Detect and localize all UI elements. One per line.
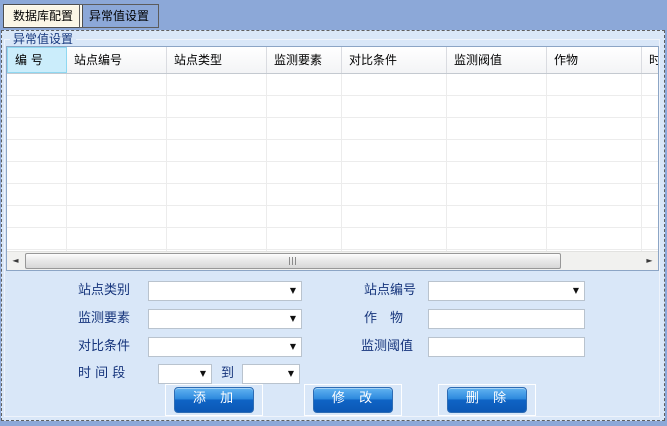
station-code-select[interactable]: ▼ [428,281,585,301]
threshold-field-wrap [428,337,585,357]
abnormal-value-settings-window: 数据库配置 异常值设置 异常值设置 编 号站点编号站点类型监测要素对比条件监测阀… [0,0,667,426]
monitor-element-label: 监测要素 [78,309,130,329]
threshold-input[interactable] [429,338,584,356]
time-range-to-select[interactable]: ▼ [242,364,300,384]
crop-field-wrap [428,309,585,329]
dropdown-arrow-icon: ▼ [573,286,579,296]
grid-column-header[interactable]: 编 号 [7,47,67,73]
grid-column-separator [446,74,447,252]
time-range-to-label: 到 [221,364,234,384]
tab-abnormal-value-settings[interactable]: 异常值设置 [79,4,159,28]
compare-condition-label: 对比条件 [78,337,130,357]
delete-button[interactable]: 删 除 [447,387,527,413]
scroll-right-button[interactable]: ► [641,252,658,269]
grid-column-header[interactable]: 站点编号 [67,47,167,73]
grid-column-header[interactable]: 作物 [547,47,642,73]
station-category-label: 站点类别 [78,281,130,301]
add-button[interactable]: 添 加 [174,387,254,413]
dropdown-arrow-icon: ▼ [200,369,206,379]
grid-column-separator [66,74,67,252]
grid-column-separator [166,74,167,252]
crop-input[interactable] [429,310,584,328]
tab-database-config[interactable]: 数据库配置 [3,4,83,28]
grid-column-separator [546,74,547,252]
station-code-label: 站点编号 [364,281,416,301]
grid-column-header[interactable]: 站点类型 [167,47,267,73]
station-category-select[interactable]: ▼ [148,281,302,301]
abnormal-values-grid[interactable]: 编 号站点编号站点类型监测要素对比条件监测阀值作物时间段 ◄ ► [6,46,659,271]
grid-column-header[interactable]: 监测要素 [267,47,342,73]
dropdown-arrow-icon: ▼ [290,314,296,324]
grid-header-row: 编 号站点编号站点类型监测要素对比条件监测阀值作物时间段 [7,47,658,74]
grid-column-separator [641,74,642,252]
monitor-element-select[interactable]: ▼ [148,309,302,329]
scroll-left-button[interactable]: ◄ [7,252,24,269]
threshold-label: 监测阈值 [361,337,413,357]
grid-column-header[interactable]: 对比条件 [342,47,447,73]
horizontal-scrollbar[interactable]: ◄ ► [7,251,658,270]
dropdown-arrow-icon: ▼ [290,342,296,352]
grid-column-separator [341,74,342,252]
crop-label: 作 物 [364,309,403,329]
time-range-label: 时 间 段 [78,364,125,384]
compare-condition-select[interactable]: ▼ [148,337,302,357]
time-range-from-select[interactable]: ▼ [158,364,212,384]
grid-body[interactable] [7,74,658,252]
dropdown-arrow-icon: ▼ [290,286,296,296]
modify-button[interactable]: 修 改 [313,387,393,413]
scrollbar-grip-icon [289,257,290,265]
dropdown-arrow-icon: ▼ [288,369,294,379]
grid-column-header[interactable]: 监测阀值 [447,47,547,73]
grid-column-separator [266,74,267,252]
grid-column-header[interactable]: 时间段 [642,47,659,73]
scrollbar-thumb[interactable] [25,253,561,269]
groupbox-title: 异常值设置 [10,32,76,47]
